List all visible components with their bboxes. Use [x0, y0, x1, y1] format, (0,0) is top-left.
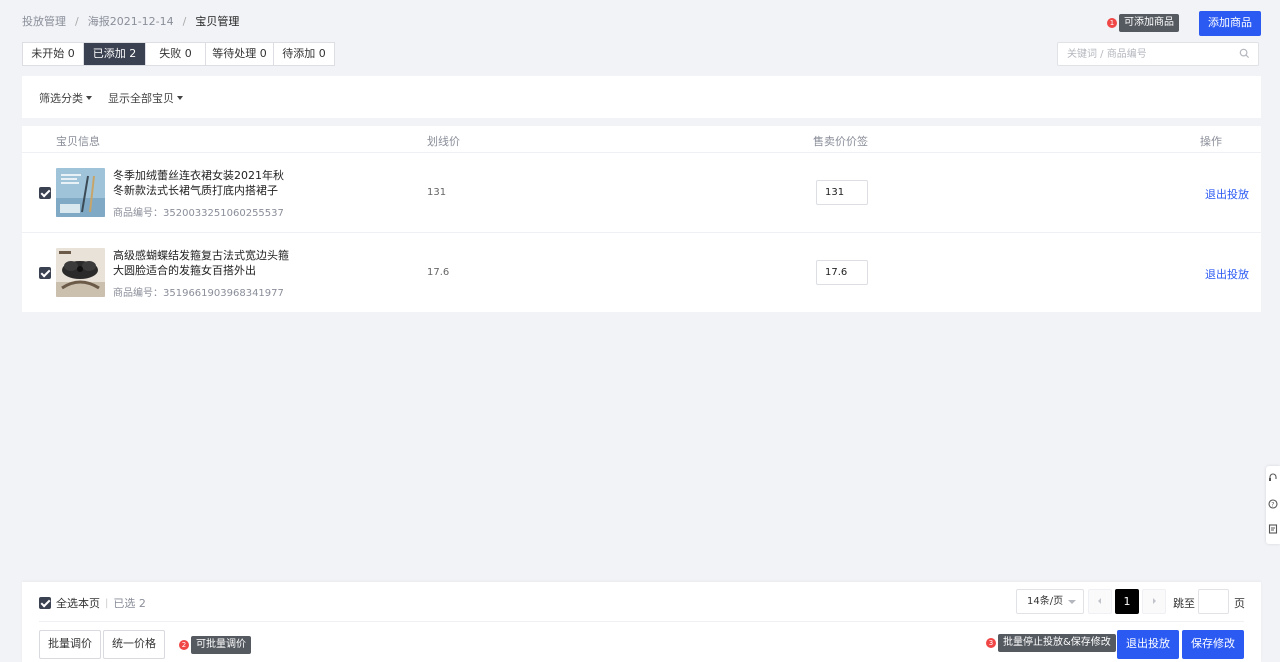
table-row: 冬季加绒蕾丝连衣裙女装2021年秋冬新款法式长裙气质打底内搭裙子 商品编号：35… [22, 153, 1261, 233]
jump-page-input[interactable] [1198, 589, 1229, 614]
tab-failed[interactable]: 失败 0 [146, 43, 206, 65]
sale-price-input[interactable] [816, 260, 868, 285]
breadcrumb-item-poster[interactable]: 海报2021-12-14 [88, 13, 174, 29]
display-filter-dropdown[interactable]: 显示全部宝贝 [108, 90, 183, 106]
help-icon[interactable]: ? [1268, 498, 1278, 512]
exit-campaign-button[interactable]: 退出投放 [1117, 630, 1179, 659]
chevron-down-icon [1068, 600, 1076, 604]
category-filter-label: 筛选分类 [39, 92, 83, 105]
original-price: 17.6 [427, 267, 450, 278]
footer-bar: 全选本页 | 已选 2 14条/页 1 跳至 页 批量调价 统一价格 2 可批量… [22, 582, 1261, 662]
product-title: 冬季加绒蕾丝连衣裙女装2021年秋冬新款法式长裙气质打底内搭裙子 [113, 169, 284, 197]
tab-to-add[interactable]: 待添加 0 [274, 43, 334, 65]
original-price: 131 [427, 187, 447, 198]
product-id-value: 3520033251060255537 [163, 208, 284, 219]
breadcrumb-separator: / [182, 14, 187, 28]
product-title: 高级感蝴蝶结发箍复古法式宽边头箍大圆脸适合的发箍女百搭外出 [113, 249, 289, 277]
feedback-icon[interactable] [1268, 523, 1278, 537]
tab-pending[interactable]: 等待处理 0 [206, 43, 274, 65]
prev-page-button[interactable] [1088, 589, 1112, 614]
product-thumbnail [56, 168, 105, 217]
jump-to-label: 跳至 [1173, 597, 1195, 610]
category-filter-dropdown[interactable]: 筛选分类 [39, 90, 92, 106]
exit-campaign-link[interactable]: 退出投放 [1205, 266, 1249, 282]
breadcrumb-separator: / [75, 14, 79, 28]
column-header-sale-price: 售卖价价签 [813, 135, 868, 148]
selected-count: 已选 2 [113, 597, 146, 610]
svg-text:?: ? [1271, 501, 1274, 508]
next-page-button[interactable] [1142, 589, 1166, 614]
side-toolbar: ? [1266, 466, 1280, 544]
page-number-current[interactable]: 1 [1115, 589, 1139, 614]
page-unit-label: 页 [1234, 597, 1245, 610]
tip-batch-price: 2 可批量调价 [179, 636, 251, 654]
tip-batch-stop-save: 3 批量停止投放&保存修改 [986, 634, 1116, 652]
tab-not-started[interactable]: 未开始 0 [23, 43, 84, 65]
product-id-label: 商品编号： [113, 208, 163, 219]
product-thumbnail [56, 248, 105, 297]
column-header-action: 操作 [1200, 135, 1222, 148]
select-all-checkbox[interactable] [39, 597, 51, 609]
add-product-button[interactable]: 添加商品 [1199, 11, 1261, 36]
tip-number-badge: 1 [1107, 18, 1117, 28]
product-id-label: 商品编号： [113, 288, 163, 299]
select-all-area: 全选本页 | 已选 2 [39, 595, 146, 611]
unify-price-button[interactable]: 统一价格 [103, 630, 165, 659]
page-size-select[interactable]: 14条/页 [1016, 589, 1084, 614]
status-tabs: 未开始 0 已添加 2 失败 0 等待处理 0 待添加 0 [22, 42, 335, 66]
product-id-value: 3519661903968341977 [163, 288, 284, 299]
search-icon[interactable] [1239, 48, 1250, 62]
table-header: 宝贝信息 划线价 售卖价价签 操作 [22, 126, 1261, 153]
breadcrumb-item-current: 宝贝管理 [195, 15, 240, 28]
display-filter-label: 显示全部宝贝 [108, 92, 174, 105]
exit-campaign-link[interactable]: 退出投放 [1205, 186, 1249, 202]
chevron-down-icon [177, 96, 183, 100]
batch-adjust-price-button[interactable]: 批量调价 [39, 630, 101, 659]
product-id: 商品编号：3519661903968341977 [113, 284, 284, 299]
breadcrumb: 投放管理 / 海报2021-12-14 / 宝贝管理 [22, 13, 239, 29]
breadcrumb-item-campaign[interactable]: 投放管理 [22, 13, 66, 29]
tip-text: 批量停止投放&保存修改 [998, 634, 1116, 652]
tip-add-product: 1 可添加商品 [1107, 14, 1179, 32]
divider: | [105, 597, 109, 609]
tip-number-badge: 3 [986, 638, 996, 648]
product-id: 商品编号：3520033251060255537 [113, 204, 284, 219]
tip-text: 可批量调价 [191, 636, 251, 654]
chevron-down-icon [86, 96, 92, 100]
table-row: 高级感蝴蝶结发箍复古法式宽边头箍大圆脸适合的发箍女百搭外出 商品编号：35196… [22, 233, 1261, 313]
customer-service-icon[interactable] [1268, 472, 1278, 486]
select-all-label[interactable]: 全选本页 [56, 595, 100, 611]
tab-added[interactable]: 已添加 2 [84, 43, 146, 65]
footer-divider [39, 621, 1244, 622]
column-header-info: 宝贝信息 [56, 135, 100, 148]
column-header-orig-price: 划线价 [427, 135, 460, 148]
sale-price-input[interactable] [816, 180, 868, 205]
search-input[interactable] [1058, 43, 1228, 65]
page-size-value: 14条/页 [1027, 596, 1064, 607]
tip-number-badge: 2 [179, 640, 189, 650]
search-box [1057, 42, 1259, 66]
row-checkbox[interactable] [39, 187, 51, 199]
tip-text: 可添加商品 [1119, 14, 1179, 32]
product-table: 宝贝信息 划线价 售卖价价签 操作 冬季加绒蕾丝连衣裙女装2021年秋冬新款法式… [22, 126, 1261, 312]
filter-bar: 筛选分类 显示全部宝贝 [22, 76, 1261, 118]
save-changes-button[interactable]: 保存修改 [1182, 630, 1244, 659]
row-checkbox[interactable] [39, 267, 51, 279]
